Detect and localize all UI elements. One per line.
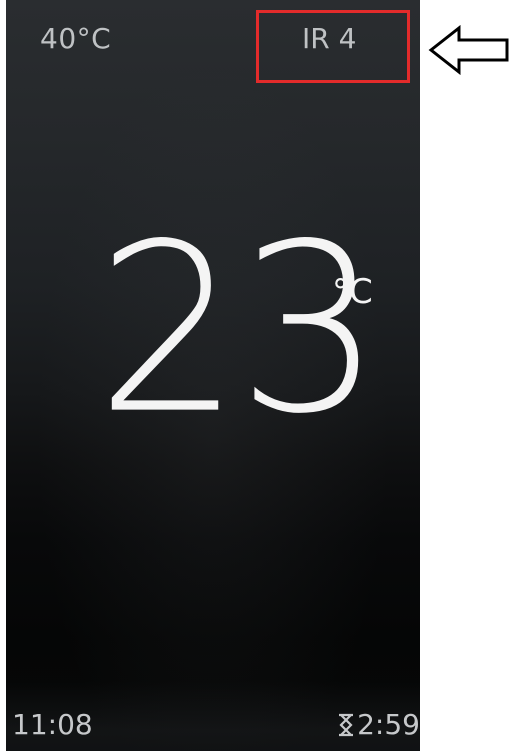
thermostat-display: 40°C IR 4 23 °C 11:08 2:59	[6, 0, 420, 751]
outside-temperature: 40°C	[40, 22, 112, 55]
hourglass-icon	[339, 713, 354, 736]
timer-remaining: 2:59	[357, 708, 420, 741]
screenshot-canvas: 40°C IR 4 23 °C 11:08 2:59	[0, 0, 512, 751]
timer-countdown[interactable]: 2:59	[337, 708, 420, 741]
clock-time: 11:08	[12, 708, 93, 741]
room-temperature-value: 23	[96, 193, 382, 465]
room-temperature-unit: °C	[332, 272, 373, 312]
mode-highlight-box	[256, 10, 410, 83]
left-arrow-icon	[428, 25, 509, 75]
